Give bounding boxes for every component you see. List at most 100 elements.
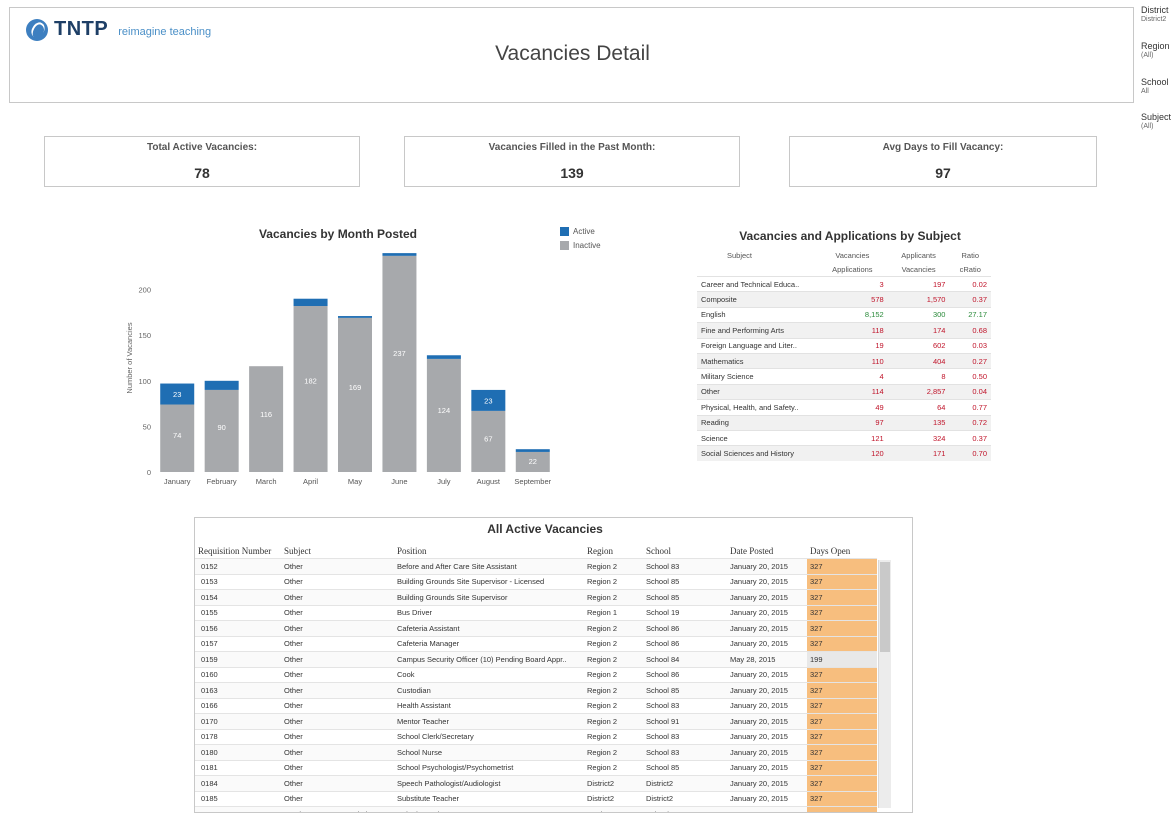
- table-scrollbar[interactable]: [878, 560, 891, 808]
- col-header-position[interactable]: Position: [394, 544, 584, 559]
- subject-row[interactable]: Science 121 324 0.37: [697, 429, 991, 446]
- vacancies-cell: 19: [817, 337, 888, 354]
- vacancy-row[interactable]: 0152 Other Before and After Care Site Assi…: [195, 558, 877, 574]
- vacancy-row[interactable]: 0187Foreign Language and Literat..Substi…: [195, 806, 877, 812]
- x-tick-label: March: [256, 477, 277, 486]
- bar-active-april: [293, 298, 328, 307]
- col-header-ratio[interactable]: Ratio: [949, 248, 991, 262]
- col-header-applicants[interactable]: Applicants: [888, 248, 950, 262]
- col-header-subject[interactable]: Subject: [697, 248, 817, 262]
- requisition-number-cell: 0163: [195, 682, 281, 698]
- vacancy-row[interactable]: 0156 Other Cafeteria Assistant Region 2 Scho…: [195, 620, 877, 636]
- school-cell: School 84: [643, 651, 727, 667]
- page-title: Vacancies Detail: [495, 42, 650, 65]
- subject-row[interactable]: Reading 97 135 0.72: [697, 414, 991, 431]
- subject-row[interactable]: Fine and Performing Arts 118 174 0.68: [697, 322, 991, 339]
- col-header-school[interactable]: School: [643, 544, 727, 559]
- col-header-region[interactable]: Region: [584, 544, 643, 559]
- legend-item-inactive[interactable]: Inactive: [560, 241, 601, 250]
- subject-row[interactable]: Military Science 4 8 0.50: [697, 368, 991, 385]
- days-open-cell: 327: [807, 573, 877, 590]
- subject-table-title: Vacancies and Applications by Subject: [739, 229, 961, 243]
- scrollbar-thumb[interactable]: [880, 562, 890, 652]
- logo-tagline: reimagine teaching: [118, 25, 212, 38]
- region-cell: Region 2: [584, 635, 643, 652]
- vacancy-row[interactable]: 0180 Other School Nurse Region 2 School 83 Ja…: [195, 744, 877, 760]
- region-cell: Region 2: [584, 806, 643, 812]
- ratio-cell: 0.02: [949, 275, 991, 292]
- vacancy-row[interactable]: 0155 Other Bus Driver Region 1 School 19 Janu…: [195, 604, 877, 621]
- subject-cell: Composite: [697, 291, 817, 308]
- subject-row[interactable]: Social Sciences and History 120 171 0.70: [697, 445, 991, 461]
- vacancy-row[interactable]: 0166 Other Health Assistant Region 2 School …: [195, 697, 877, 714]
- kpi-label: Avg Days to Fill Vacancy:: [882, 142, 1004, 153]
- vacancies-cell: 3: [817, 275, 888, 292]
- school-cell: School 86: [643, 620, 727, 636]
- col-header-days-open[interactable]: Days Open: [807, 544, 877, 559]
- ratio-cell: 0.50: [949, 368, 991, 385]
- date-posted-cell: January 20, 2015: [727, 759, 807, 776]
- filter-region[interactable]: Region (All): [1141, 42, 1170, 60]
- legend-item-active[interactable]: Active: [560, 227, 595, 236]
- subject-cell: Other: [281, 589, 394, 605]
- vacancy-row[interactable]: 0184 Other Speech Pathologist/Audiologist D…: [195, 775, 877, 791]
- tntp-logo-icon: [26, 18, 48, 41]
- requisition-number-cell: 0152: [195, 558, 281, 574]
- vacancy-row[interactable]: 0153 Other Building Grounds Site Superviso…: [195, 573, 877, 590]
- vacancy-row[interactable]: 0185 Other Substitute Teacher District2 Dist…: [195, 790, 877, 807]
- subject-row[interactable]: Foreign Language and Liter.. 19 602 0.03: [697, 337, 991, 354]
- x-tick-label: April: [303, 477, 318, 486]
- date-posted-cell: January 20, 2015: [727, 697, 807, 714]
- vacancies-cell: 97: [817, 414, 888, 431]
- bar-active-february: [204, 380, 239, 390]
- col-header-date-posted[interactable]: Date Posted: [727, 544, 807, 559]
- bar-label-inactive: 67: [484, 434, 492, 443]
- subject-cell: Other: [281, 790, 394, 807]
- filter-subject[interactable]: Subject (All): [1141, 113, 1171, 131]
- days-open-cell: 327: [807, 604, 877, 621]
- vacancy-row[interactable]: 0163 Other Custodian Region 2 School 85 Janua…: [195, 682, 877, 698]
- applicants-cell: 300: [887, 306, 950, 323]
- y-tick-label: 200: [138, 286, 151, 295]
- filter-district[interactable]: District District2: [1141, 6, 1169, 24]
- days-open-cell: 327: [807, 558, 877, 574]
- applicants-cell: 174: [887, 322, 950, 339]
- subject-table: Subject Vacancies Applicants Ratio Appli…: [697, 248, 991, 461]
- requisition-number-cell: 0187: [195, 806, 281, 812]
- vacancies-cell: 578: [817, 291, 888, 308]
- filter-school[interactable]: School All: [1141, 78, 1169, 96]
- subject-row[interactable]: Career and Technical Educa.. 3 197 0.02: [697, 275, 991, 292]
- vacancy-row[interactable]: 0170 Other Mentor Teacher Region 2 School 91…: [195, 713, 877, 729]
- date-posted-cell: January 20, 2015: [727, 635, 807, 652]
- col-header-subject[interactable]: Subject: [281, 544, 394, 559]
- col-subheader-applications: Applications: [832, 264, 873, 274]
- subject-row[interactable]: Physical, Health, and Safety.. 49 64 0.77: [697, 399, 991, 416]
- subject-cell: Other: [281, 558, 394, 574]
- vacancy-row[interactable]: 0160 Other Cook Region 2 School 86 January 20…: [195, 666, 877, 683]
- vacancy-row[interactable]: 0157 Other Cafeteria Manager Region 2 School…: [195, 635, 877, 652]
- vacancy-row[interactable]: 0159 Other Campus Security Officer (10) Pe…: [195, 651, 877, 667]
- position-cell: Before and After Care Site Assistant: [394, 558, 584, 574]
- subject-cell: Foreign Language and Liter..: [697, 337, 817, 354]
- subject-row[interactable]: Mathematics 110 404 0.27: [697, 352, 991, 369]
- position-cell: Custodian: [394, 682, 584, 698]
- date-posted-cell: January 20, 2015: [727, 604, 807, 621]
- col-header-requisition-number[interactable]: Requisition Number: [195, 544, 281, 559]
- subject-row[interactable]: Composite 578 1,570 0.37: [697, 291, 991, 308]
- subject-row[interactable]: Other 114 2,857 0.04: [697, 383, 991, 400]
- vacancy-row[interactable]: 0181 Other School Psychologist/Psychometri…: [195, 759, 877, 776]
- kpi-total-active-vacancies: Total Active Vacancies: 78: [44, 136, 360, 187]
- position-cell: Cook: [394, 666, 584, 683]
- subject-cell: English: [697, 306, 817, 323]
- subject-row[interactable]: English 8,152 300 27.17: [697, 306, 991, 323]
- vacancy-row[interactable]: 0154 Other Building Grounds Site Superviso…: [195, 589, 877, 605]
- vacancy-row[interactable]: 0178 Other School Clerk/Secretary Region 2S…: [195, 728, 877, 745]
- days-open-cell: 327: [807, 806, 877, 812]
- x-tick-label: February: [207, 477, 237, 486]
- x-tick-label: January: [164, 477, 191, 486]
- subject-cell: Other: [281, 682, 394, 698]
- active-vacancies-panel: All Active Vacancies Requisition Number S…: [194, 517, 913, 813]
- filter-region-label: Region: [1141, 41, 1170, 51]
- col-header-vacancies[interactable]: Vacancies: [817, 248, 888, 262]
- subject-cell: Other: [281, 728, 394, 745]
